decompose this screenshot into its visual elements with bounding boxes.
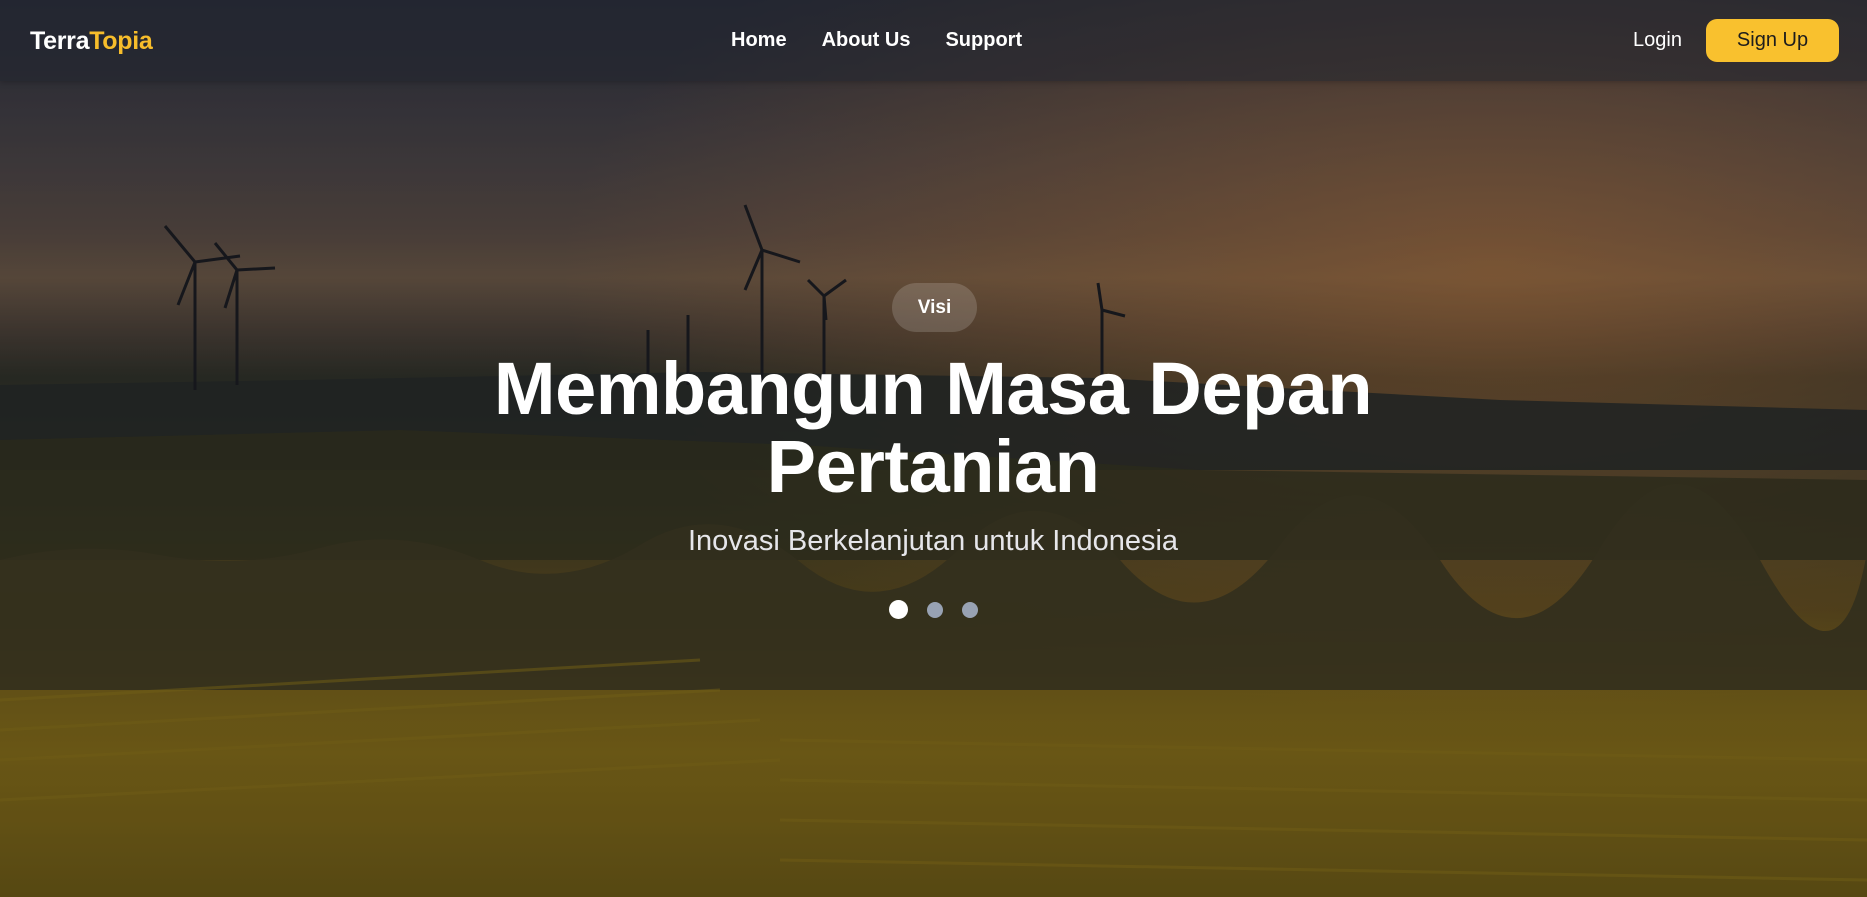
nav-link-home[interactable]: Home xyxy=(731,29,787,52)
carousel-dot-3[interactable] xyxy=(962,601,978,618)
signup-button[interactable]: Sign Up xyxy=(1706,19,1839,62)
carousel-dot-1[interactable] xyxy=(889,600,908,619)
login-link[interactable]: Login xyxy=(1633,29,1682,52)
nav-link-about-us[interactable]: About Us xyxy=(822,29,911,52)
carousel-dot-2[interactable] xyxy=(927,601,943,618)
logo-text-accent: Topia xyxy=(89,27,153,55)
nav-link-support[interactable]: Support xyxy=(945,29,1022,52)
nav-links: Home About Us Support xyxy=(731,29,1057,52)
hero-badge: Visi xyxy=(892,283,977,332)
logo[interactable]: TerraTopia xyxy=(30,27,153,56)
carousel-indicators xyxy=(889,600,997,619)
logo-text-primary: Terra xyxy=(30,27,90,55)
navbar: TerraTopia Home About Us Support Login S… xyxy=(0,0,1867,81)
hero-subtitle: Inovasi Berkelanjutan untuk Indonesia xyxy=(687,525,1179,557)
hero-title: Membangun Masa Depan Pertanian xyxy=(493,347,1373,508)
